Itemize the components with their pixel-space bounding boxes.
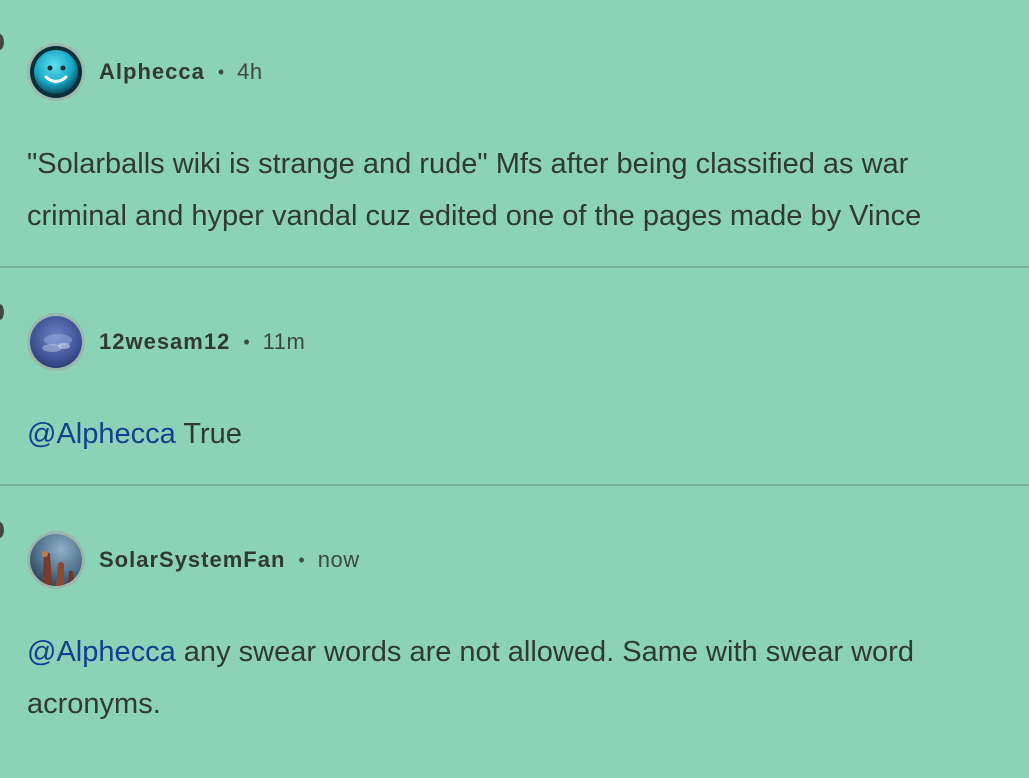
comment-meta: Alphecca • 4h xyxy=(99,57,263,87)
thread-line-dot xyxy=(0,34,4,50)
comment-text-line: @Alphecca True xyxy=(27,408,1029,460)
username[interactable]: SolarSystemFan xyxy=(99,547,285,573)
avatar[interactable] xyxy=(27,43,85,101)
meta-separator: • xyxy=(243,331,250,352)
comment-body: "Solarballs wiki is strange and rude" Mf… xyxy=(27,138,1029,242)
comment-text-line: @Alphecca any swear words are not allowe… xyxy=(27,626,1029,678)
comment-meta: SolarSystemFan • now xyxy=(99,545,360,575)
meta-separator: • xyxy=(217,61,225,82)
timestamp[interactable]: now xyxy=(318,547,360,573)
thread-line-dot xyxy=(0,522,4,538)
comment-text: True xyxy=(175,418,242,450)
comment-body: @Alphecca True xyxy=(27,408,1029,460)
comment-body: @Alphecca any swear words are not allowe… xyxy=(27,626,1029,730)
cyan-smiling-ball-avatar-icon xyxy=(30,46,82,98)
comment-text-line: "Solarballs wiki is strange and rude" Mf… xyxy=(27,148,909,180)
comment-text-line: acronyms. xyxy=(27,688,161,720)
comment-item: Alphecca • 4h "Solarballs wiki is strang… xyxy=(0,0,1029,267)
timestamp[interactable]: 4h xyxy=(237,59,262,85)
comment-item: SolarSystemFan • now @Alphecca any swear… xyxy=(0,486,1029,778)
username[interactable]: 12wesam12 xyxy=(99,329,230,355)
meta-separator: • xyxy=(298,549,305,570)
thread-line-dot xyxy=(0,304,4,320)
nebula-pillars-avatar-icon xyxy=(30,534,82,586)
blue-planet-avatar-icon xyxy=(30,316,82,368)
comment-item: 12wesam12 • 11m @Alphecca True xyxy=(0,268,1029,485)
comment-thread: Alphecca • 4h "Solarballs wiki is strang… xyxy=(0,0,1029,778)
user-mention-link[interactable]: @Alphecca xyxy=(27,418,176,450)
username[interactable]: Alphecca xyxy=(99,59,205,85)
comment-text: any swear words are not allowed. Same wi… xyxy=(175,636,914,668)
user-mention-link[interactable]: @Alphecca xyxy=(27,636,176,668)
avatar[interactable] xyxy=(27,313,85,371)
comment-meta: 12wesam12 • 11m xyxy=(99,327,305,357)
avatar[interactable] xyxy=(27,531,85,589)
comment-text-line: criminal and hyper vandal cuz edited one… xyxy=(27,200,922,232)
timestamp[interactable]: 11m xyxy=(263,329,306,355)
